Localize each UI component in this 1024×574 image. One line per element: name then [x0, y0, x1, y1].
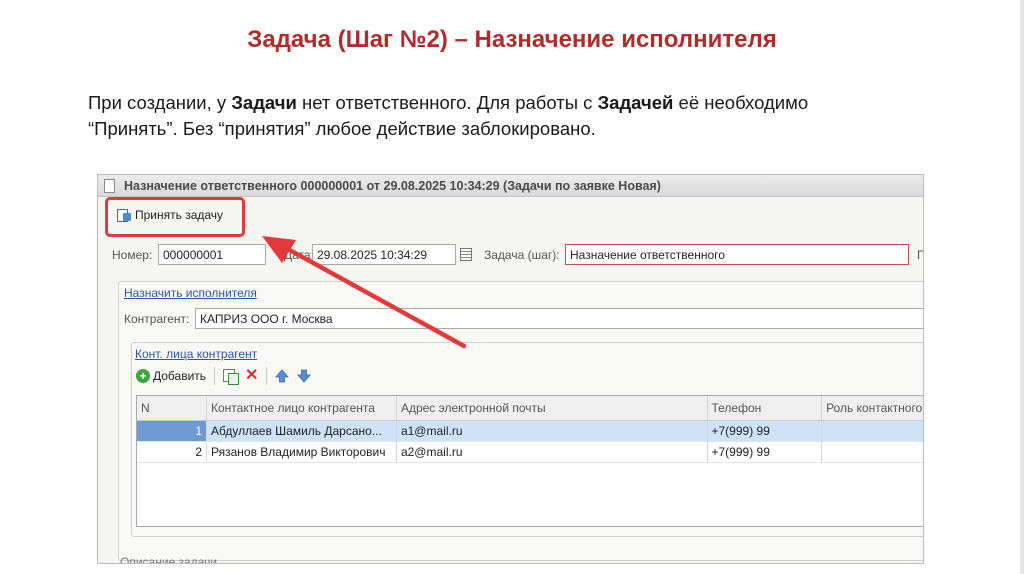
toolbar-separator — [214, 367, 216, 385]
intro-text: При создании, у Задачи нет ответственног… — [88, 90, 888, 142]
row-phone: +7(999) 99 — [707, 441, 823, 463]
table-row[interactable]: 1 Абдуллаев Шамиль Дарсано... a1@mail.ru… — [137, 420, 923, 442]
task-step-field[interactable]: Назначение ответственного — [565, 244, 909, 265]
table-header-row: N Контактное лицо контрагента Адрес элек… — [137, 396, 923, 421]
task-description-label: Описание задачи — [120, 555, 218, 564]
plus-icon: + — [136, 369, 150, 383]
cut-off-label: П — [917, 248, 923, 262]
move-down-button[interactable] — [297, 366, 312, 386]
add-contact-button[interactable]: + Добавить — [136, 366, 206, 386]
add-contact-label: Добавить — [153, 369, 207, 383]
column-header-contact[interactable]: Контактное лицо контрагента — [206, 396, 397, 421]
counterparty-field[interactable]: КАПРИЗ ООО г. Москва — [195, 308, 923, 329]
row-phone: +7(999) 99 — [707, 420, 823, 442]
assign-executor-link[interactable]: Назначить исполнителя — [124, 286, 257, 300]
slide: Задача (Шаг №2) – Назначение исполнителя… — [0, 0, 1024, 574]
copy-button[interactable] — [223, 366, 240, 386]
intro-bold-2: Задачей — [597, 92, 674, 113]
row-number: 2 — [137, 441, 208, 463]
arrow-down-icon — [297, 369, 312, 383]
contacts-toolbar: + Добавить ✕ — [136, 365, 319, 387]
intro-bold-1: Задачи — [231, 92, 297, 113]
intro-part-1: При создании, у — [88, 92, 232, 113]
column-header-role[interactable]: Роль контактного — [821, 396, 923, 421]
counterparty-label: Контрагент: — [124, 312, 190, 326]
row-role — [821, 441, 923, 463]
contacts-table: N Контактное лицо контрагента Адрес элек… — [136, 395, 923, 527]
row-contact-name: Рязанов Владимир Викторович — [206, 441, 397, 463]
document-icon — [104, 179, 115, 193]
task-step-label: Задача (шаг): — [484, 248, 560, 262]
assignment-panel: Назначить исполнителя Контрагент: КАПРИЗ… — [118, 281, 923, 561]
slide-title: Задача (Шаг №2) – Назначение исполнителя — [247, 26, 777, 53]
row-role — [821, 420, 923, 442]
calendar-icon[interactable] — [460, 248, 472, 261]
toolbar-separator-2 — [266, 367, 268, 385]
delete-icon: ✕ — [245, 367, 259, 384]
intro-part-2: нет ответственного. Для работы с — [296, 92, 598, 113]
table-row[interactable]: 2 Рязанов Владимир Викторович a2@mail.ru… — [137, 441, 923, 463]
contacts-link[interactable]: Конт. лица контрагент — [135, 347, 257, 361]
window-title: Назначение ответственного 000000001 от 2… — [124, 179, 661, 193]
contacts-panel: Конт. лица контрагент + Добавить ✕ N Кон… — [131, 342, 923, 537]
row-email: a1@mail.ru — [396, 420, 708, 442]
highlight-box — [105, 197, 245, 237]
column-header-email[interactable]: Адрес электронной почты — [396, 396, 708, 421]
date-label: Дата: — [284, 248, 314, 262]
row-email: a2@mail.ru — [396, 441, 708, 463]
header-fields: Номер: 000000001 Дата: 29.08.2025 10:34:… — [98, 243, 923, 269]
row-number: 1 — [137, 420, 208, 442]
delete-button[interactable]: ✕ — [245, 366, 258, 386]
number-field[interactable]: 000000001 — [158, 244, 266, 265]
row-contact-name: Абдуллаев Шамиль Дарсано... — [206, 420, 397, 442]
date-field[interactable]: 29.08.2025 10:34:29 — [312, 244, 456, 265]
copy-icon — [223, 369, 240, 385]
arrow-up-icon — [275, 369, 290, 383]
slide-edge — [1020, 0, 1024, 574]
column-header-phone[interactable]: Телефон — [707, 396, 823, 421]
column-header-n[interactable]: N — [137, 396, 208, 421]
window-titlebar: Назначение ответственного 000000001 от 2… — [98, 175, 923, 197]
move-up-button[interactable] — [275, 366, 290, 386]
number-label: Номер: — [112, 248, 153, 262]
